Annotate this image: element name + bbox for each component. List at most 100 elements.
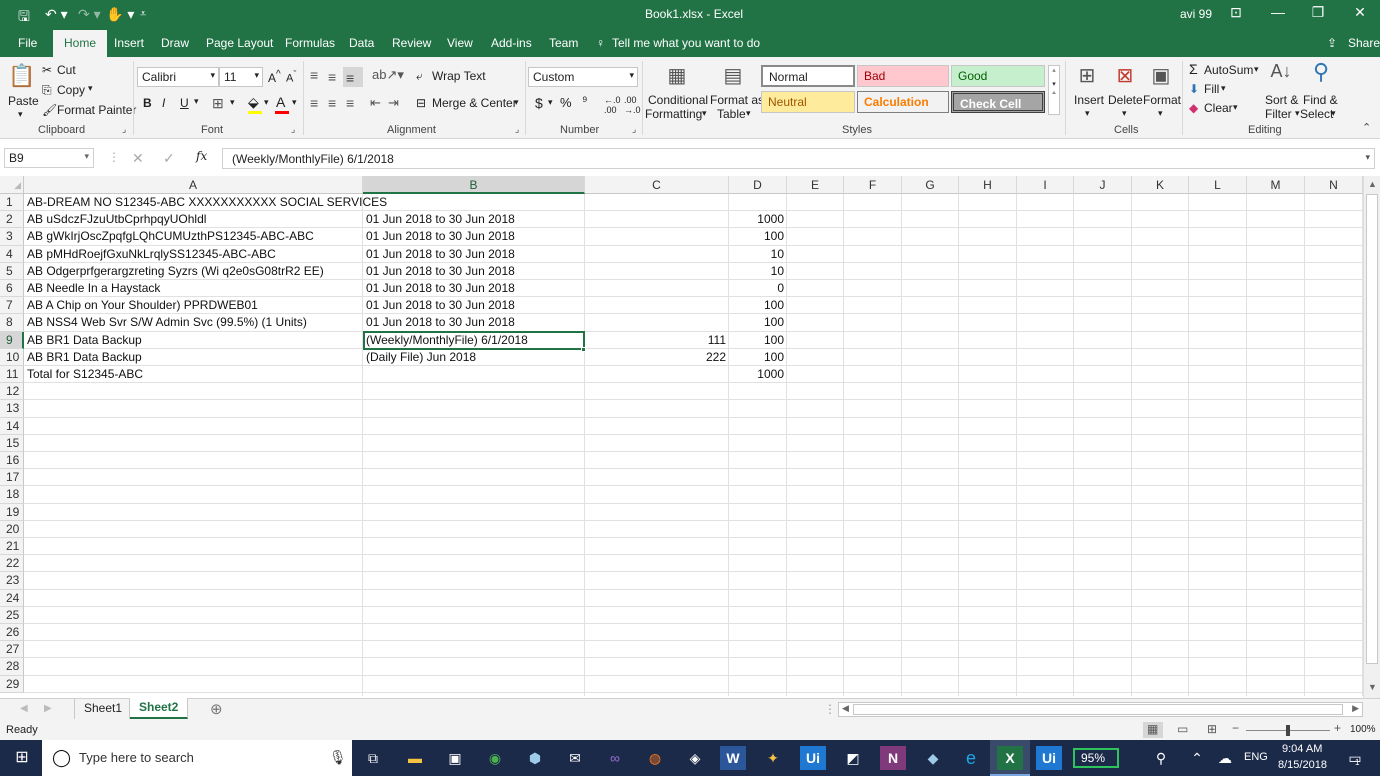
column-header-n[interactable]: N bbox=[1305, 176, 1363, 194]
fill-button[interactable]: Fill bbox=[1204, 82, 1219, 96]
cell-d3[interactable]: 100 bbox=[729, 228, 784, 245]
scroll-left-icon[interactable]: ◀ bbox=[842, 703, 849, 714]
scroll-down-icon[interactable]: ▼ bbox=[1368, 682, 1377, 692]
row-header[interactable]: 4 bbox=[0, 245, 24, 263]
notes-icon[interactable]: ◩ bbox=[840, 746, 866, 770]
zoom-level[interactable]: 100% bbox=[1350, 724, 1376, 735]
row-header[interactable]: 25 bbox=[0, 606, 24, 624]
style-good[interactable]: Good bbox=[951, 65, 1045, 87]
row-header[interactable]: 29 bbox=[0, 675, 24, 693]
sheet-tab-sheet2[interactable]: Sheet2 bbox=[130, 698, 188, 719]
row-header[interactable]: 16 bbox=[0, 452, 24, 470]
windows-start-icon[interactable]: ⊞ bbox=[9, 746, 35, 770]
row-header[interactable]: 28 bbox=[0, 658, 24, 676]
prev-sheet-icon[interactable]: ◀ bbox=[20, 703, 28, 714]
uipath-robot-icon[interactable]: Ui bbox=[1036, 746, 1062, 770]
align-bottom-icon[interactable]: ≡ bbox=[346, 70, 354, 86]
cell-a6[interactable]: AB Needle In a Haystack bbox=[27, 280, 160, 297]
tools-icon[interactable]: ✦ bbox=[760, 746, 786, 770]
tab-file[interactable]: File bbox=[18, 36, 37, 50]
cut-icon[interactable]: ✂ bbox=[42, 63, 52, 77]
tab-formulas[interactable]: Formulas bbox=[285, 36, 335, 50]
conditional-formatting-icon[interactable]: ▦ bbox=[664, 63, 690, 91]
align-top-icon[interactable]: ≡ bbox=[310, 67, 318, 83]
format-painter-button[interactable]: Format Painter bbox=[57, 103, 136, 117]
comma-button[interactable]: ⁹ bbox=[582, 93, 588, 108]
cell-d7[interactable]: 100 bbox=[729, 297, 784, 314]
alignment-launcher-icon[interactable]: ⌟ bbox=[515, 124, 519, 135]
close-button[interactable]: ✕ bbox=[1340, 4, 1380, 26]
row-header[interactable]: 11 bbox=[0, 366, 24, 384]
cell-a7[interactable]: AB A Chip on Your Shoulder) PPRDWEB01 bbox=[27, 297, 258, 314]
column-header-e[interactable]: E bbox=[787, 176, 844, 194]
split-handle-icon[interactable]: ⋮ bbox=[824, 702, 836, 716]
style-bad[interactable]: Bad bbox=[857, 65, 949, 87]
delete-cells-button[interactable]: Delete bbox=[1108, 93, 1143, 107]
paste-dropdown-icon[interactable]: ▾ bbox=[18, 109, 23, 120]
row-header[interactable]: 22 bbox=[0, 555, 24, 573]
expand-formula-icon[interactable]: ▾ bbox=[1365, 152, 1370, 163]
insert-cells-icon[interactable]: ⊞ bbox=[1074, 63, 1100, 91]
normal-view-icon[interactable]: ▦ bbox=[1147, 722, 1158, 736]
styles-scroll[interactable]: ▴ ▾ ⩡ bbox=[1048, 65, 1060, 115]
scroll-thumb[interactable] bbox=[1366, 194, 1378, 664]
tab-insert[interactable]: Insert bbox=[114, 36, 144, 50]
cell-d5[interactable]: 10 bbox=[729, 263, 784, 280]
customize-qat-icon[interactable]: ⩡ bbox=[140, 8, 146, 21]
share-button[interactable]: Share bbox=[1348, 36, 1380, 50]
row-header[interactable]: 18 bbox=[0, 486, 24, 504]
row-header[interactable]: 27 bbox=[0, 641, 24, 659]
tab-review[interactable]: Review bbox=[392, 36, 431, 50]
zoom-in-icon[interactable]: + bbox=[1334, 721, 1341, 735]
cell-b7[interactable]: 01 Jun 2018 to 30 Jun 2018 bbox=[366, 297, 515, 314]
font-launcher-icon[interactable]: ⌟ bbox=[291, 124, 295, 135]
row-header[interactable]: 21 bbox=[0, 538, 24, 556]
sort-filter-icon[interactable]: A↓ bbox=[1268, 61, 1294, 89]
insert-function-button[interactable]: fx bbox=[196, 149, 207, 163]
bold-button[interactable]: B bbox=[143, 96, 152, 110]
ribbon-display-icon[interactable]: ⊡ bbox=[1216, 4, 1256, 26]
format-painter-icon[interactable]: 🖌 bbox=[42, 103, 57, 117]
style-neutral[interactable]: Neutral bbox=[761, 91, 855, 113]
box-app-icon[interactable]: ⬢ bbox=[522, 746, 548, 770]
format-cells-button[interactable]: Format bbox=[1143, 93, 1181, 107]
minimize-button[interactable]: — bbox=[1258, 4, 1298, 26]
column-header-b[interactable]: B bbox=[363, 176, 585, 194]
tab-view[interactable]: View bbox=[447, 36, 473, 50]
copy-button[interactable]: Copy bbox=[57, 83, 85, 97]
font-color-dropdown-icon[interactable]: ▾ bbox=[292, 97, 297, 108]
paint-icon[interactable]: ◆ bbox=[920, 746, 946, 770]
row-header[interactable]: 13 bbox=[0, 400, 24, 418]
formula-input-box[interactable]: (Weekly/MonthlyFile) 6/1/2018 ▾ bbox=[222, 148, 1375, 169]
cell-c10[interactable]: 222 bbox=[585, 349, 726, 366]
task-view-icon[interactable]: ⧉ bbox=[360, 746, 386, 770]
cell-d8[interactable]: 100 bbox=[729, 314, 784, 331]
row-header[interactable]: 19 bbox=[0, 503, 24, 521]
format-as-table-icon[interactable]: ▤ bbox=[720, 63, 746, 91]
cell-a11[interactable]: Total for S12345-ABC bbox=[27, 366, 143, 383]
tab-home[interactable]: Home bbox=[53, 30, 108, 57]
touch-mode-icon[interactable]: ✋ ▾ bbox=[106, 6, 134, 23]
font-size-combo[interactable]: 11 ▾ bbox=[219, 67, 263, 87]
internet-explorer-icon[interactable]: e bbox=[958, 746, 984, 770]
clock-date[interactable]: 8/15/2018 bbox=[1278, 759, 1327, 771]
row-header[interactable]: 20 bbox=[0, 520, 24, 538]
row-header[interactable]: 24 bbox=[0, 589, 24, 607]
cell-b10[interactable]: (Daily File) Jun 2018 bbox=[366, 349, 476, 366]
firefox-icon[interactable]: ◍ bbox=[642, 746, 668, 770]
column-header-h[interactable]: H bbox=[959, 176, 1017, 194]
row-header[interactable]: 9 bbox=[0, 331, 24, 349]
cell-a4[interactable]: AB pMHdRoejfGxuNkLrqlySS12345-ABC-ABC bbox=[27, 246, 276, 263]
cell-b6[interactable]: 01 Jun 2018 to 30 Jun 2018 bbox=[366, 280, 515, 297]
align-center-icon[interactable]: ≡ bbox=[328, 95, 336, 111]
enter-icon[interactable]: ✓ bbox=[163, 150, 175, 167]
borders-dropdown-icon[interactable]: ▾ bbox=[230, 97, 235, 108]
number-launcher-icon[interactable]: ⌟ bbox=[632, 124, 636, 135]
autosum-button[interactable]: AutoSum bbox=[1204, 63, 1253, 77]
cell-d2[interactable]: 1000 bbox=[729, 211, 784, 228]
name-box[interactable]: B9 ▾ bbox=[4, 148, 94, 168]
cell-b8[interactable]: 01 Jun 2018 to 30 Jun 2018 bbox=[366, 314, 515, 331]
tab-draw[interactable]: Draw bbox=[161, 36, 189, 50]
row-header[interactable]: 7 bbox=[0, 297, 24, 315]
conditional-formatting-button[interactable]: Conditional bbox=[648, 93, 708, 107]
